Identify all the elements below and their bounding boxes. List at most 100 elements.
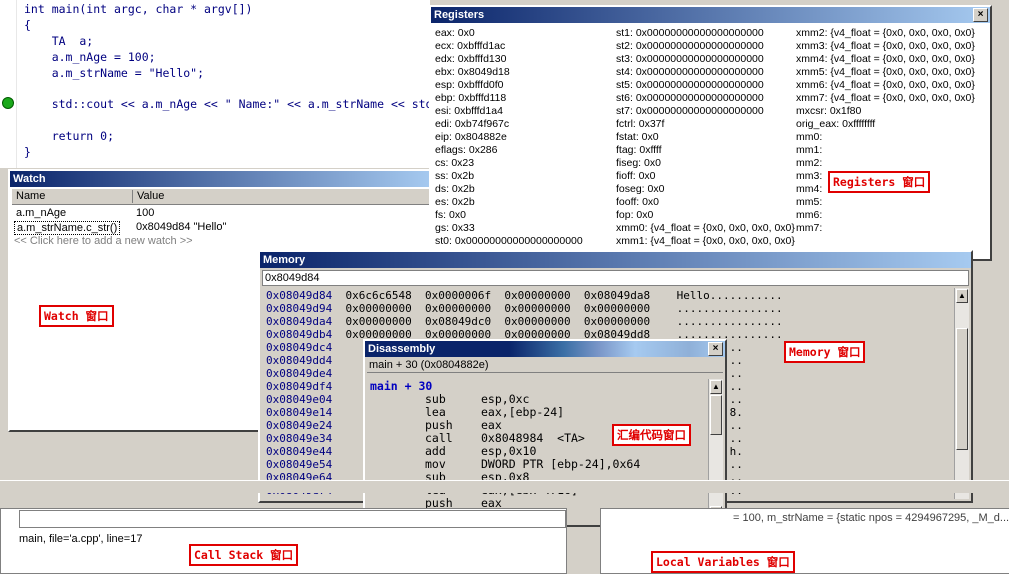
register-entry[interactable]: es: 0x2b	[435, 196, 475, 208]
register-entry[interactable]: eax: 0x0	[435, 27, 475, 39]
register-entry[interactable]: ecx: 0xbfffd1ac	[435, 40, 505, 52]
register-entry[interactable]: ss: 0x2b	[435, 170, 474, 182]
register-entry[interactable]: st1: 0x00000000000000000000	[616, 27, 764, 39]
memory-line[interactable]: 0x08049d94 0x00000000 0x00000000 0x00000…	[266, 302, 783, 315]
memory-address: 0x08049e04	[266, 393, 333, 406]
call-stack-entry[interactable]: main, file='a.cpp', line=17	[19, 533, 142, 545]
memory-address: 0x08049df4	[266, 380, 333, 393]
register-entry[interactable]: esi: 0xbfffd1a4	[435, 105, 503, 117]
register-entry[interactable]: mm5:	[796, 196, 822, 208]
code-line: a.m_nAge = 100;	[24, 50, 156, 64]
register-entry[interactable]: fioff: 0x0	[616, 170, 656, 182]
source-editor[interactable]: int main(int argc, char * argv[]) { TA a…	[0, 0, 433, 168]
register-entry[interactable]: st2: 0x00000000000000000000	[616, 40, 764, 52]
scroll-thumb[interactable]	[710, 395, 722, 435]
register-entry[interactable]: mm1:	[796, 144, 822, 156]
disassembly-title-text: Disassembly	[368, 343, 436, 355]
register-entry[interactable]: xmm0: {v4_float = {0x0, 0x0, 0x0, 0x0}	[616, 222, 795, 234]
call-stack-input[interactable]	[19, 510, 566, 528]
registers-title[interactable]: Registers ×	[431, 7, 990, 23]
register-entry[interactable]: orig_eax: 0xffffffff	[796, 118, 875, 130]
register-entry[interactable]: fop: 0x0	[616, 209, 653, 221]
local-variable-entry[interactable]: = 100, m_strName = {static npos = 429496…	[733, 512, 1009, 524]
scroll-up-icon[interactable]: ▲	[710, 380, 722, 394]
asm-opcode[interactable]: push	[425, 418, 453, 432]
watch-row-name: a.m_nAge	[16, 207, 67, 219]
register-entry[interactable]: ds: 0x2b	[435, 183, 475, 195]
register-entry[interactable]: xmm6: {v4_float = {0x0, 0x0, 0x0, 0x0}	[796, 79, 975, 91]
register-entry[interactable]: st5: 0x00000000000000000000	[616, 79, 764, 91]
scroll-up-icon[interactable]: ▲	[956, 289, 968, 303]
register-entry[interactable]: st7: 0x00000000000000000000	[616, 105, 764, 117]
registers-body: eax: 0x0 ecx: 0xbfffd1ac edx: 0xbfffd130 eb…	[433, 25, 988, 257]
asm-opcode[interactable]: mov	[425, 457, 446, 471]
memory-title[interactable]: Memory	[260, 252, 971, 268]
disassembly-title[interactable]: Disassembly ×	[365, 341, 725, 357]
register-entry[interactable]: mm4:	[796, 183, 822, 195]
register-entry[interactable]: st0: 0x00000000000000000000	[435, 235, 583, 247]
watch-add-row[interactable]: << Click here to add a new watch >>	[12, 235, 430, 247]
register-entry[interactable]: eip: 0x804882e	[435, 131, 507, 143]
watch-row-value: 0x8049d84 "Hello"	[136, 221, 227, 233]
register-entry[interactable]: xmm3: {v4_float = {0x0, 0x0, 0x0, 0x0}	[796, 40, 975, 52]
register-entry[interactable]: xmm7: {v4_float = {0x0, 0x0, 0x0, 0x0}	[796, 92, 975, 104]
annotation-text: Call Stack 窗口	[194, 548, 294, 562]
register-entry[interactable]: mm6:	[796, 209, 822, 221]
memory-address: 0x08049e44	[266, 445, 333, 458]
register-entry[interactable]: fs: 0x0	[435, 209, 466, 221]
memory-line[interactable]: 0x08049d84 0x6c6c6548 0x0000006f 0x00000…	[266, 289, 783, 302]
close-icon[interactable]: ×	[708, 342, 723, 356]
register-entry[interactable]: ftag: 0xffff	[616, 144, 662, 156]
watch-title[interactable]: Watch	[10, 171, 432, 187]
asm-opcode[interactable]: add	[425, 444, 446, 458]
register-entry[interactable]: ebx: 0x8049d18	[435, 66, 510, 78]
close-icon[interactable]: ×	[973, 8, 988, 22]
register-entry[interactable]: eflags: 0x286	[435, 144, 497, 156]
register-entry[interactable]: cs: 0x23	[435, 157, 474, 169]
register-entry[interactable]: fiseg: 0x0	[616, 157, 661, 169]
register-entry[interactable]: mm2:	[796, 157, 822, 169]
registers-window[interactable]: Registers × eax: 0x0 ecx: 0xbfffd1ac edx: …	[429, 5, 992, 261]
memory-address-input[interactable]: 0x8049d84	[262, 270, 969, 286]
code-line: }	[24, 145, 31, 159]
disassembly-scrollbar[interactable]: ▲ ▼	[708, 379, 723, 521]
memory-line[interactable]: 0x08049da4 0x00000000 0x08049dc0 0x00000…	[266, 315, 783, 328]
watch-col-value[interactable]: Value	[133, 190, 427, 203]
watch-col-name[interactable]: Name	[12, 190, 133, 203]
register-entry[interactable]: xmm2: {v4_float = {0x0, 0x0, 0x0, 0x0}	[796, 27, 975, 39]
asm-opcode[interactable]: sub	[425, 392, 446, 406]
register-entry[interactable]: fooff: 0x0	[616, 196, 659, 208]
annotation-memory: Memory 窗口	[784, 341, 866, 363]
memory-address: 0x08049e34	[266, 432, 333, 445]
register-entry[interactable]: xmm5: {v4_float = {0x0, 0x0, 0x0, 0x0}	[796, 66, 975, 78]
horizontal-splitter[interactable]	[0, 480, 1009, 493]
watch-row[interactable]: a.m_nAge 100	[12, 207, 430, 219]
asm-opcode[interactable]: lea	[425, 405, 446, 419]
register-entry[interactable]: st3: 0x00000000000000000000	[616, 53, 764, 65]
annotation-call-stack: Call Stack 窗口	[189, 544, 299, 566]
register-entry[interactable]: mm7:	[796, 222, 822, 234]
register-entry[interactable]: foseg: 0x0	[616, 183, 664, 195]
register-entry[interactable]: mxcsr: 0x1f80	[796, 105, 861, 117]
register-entry[interactable]: ebp: 0xbfffd118	[435, 92, 506, 104]
editor-gutter[interactable]	[0, 0, 17, 168]
memory-address: 0x08049dd4	[266, 354, 333, 367]
register-entry[interactable]: esp: 0xbfffd0f0	[435, 79, 504, 91]
scroll-thumb[interactable]	[956, 328, 968, 450]
register-entry[interactable]: xmm4: {v4_float = {0x0, 0x0, 0x0, 0x0}	[796, 53, 975, 65]
register-entry[interactable]: gs: 0x33	[435, 222, 475, 234]
register-entry[interactable]: edi: 0xb74f967c	[435, 118, 509, 130]
register-entry[interactable]: st6: 0x00000000000000000000	[616, 92, 764, 104]
register-entry[interactable]: edx: 0xbfffd130	[435, 53, 506, 65]
register-entry[interactable]: st4: 0x00000000000000000000	[616, 66, 764, 78]
memory-scrollbar[interactable]: ▲	[954, 288, 969, 499]
annotation-watch: Watch 窗口	[39, 305, 114, 327]
watch-row[interactable]: a.m_strName.c_str() 0x8049d84 "Hello"	[12, 221, 430, 235]
breakpoint-icon[interactable]	[2, 97, 14, 109]
register-entry[interactable]: fstat: 0x0	[616, 131, 659, 143]
register-entry[interactable]: mm0:	[796, 131, 822, 143]
register-entry[interactable]: fctrl: 0x37f	[616, 118, 664, 130]
register-entry[interactable]: mm3:	[796, 170, 822, 182]
register-entry[interactable]: xmm1: {v4_float = {0x0, 0x0, 0x0, 0x0}	[616, 235, 795, 247]
asm-opcode[interactable]: call	[425, 431, 453, 445]
